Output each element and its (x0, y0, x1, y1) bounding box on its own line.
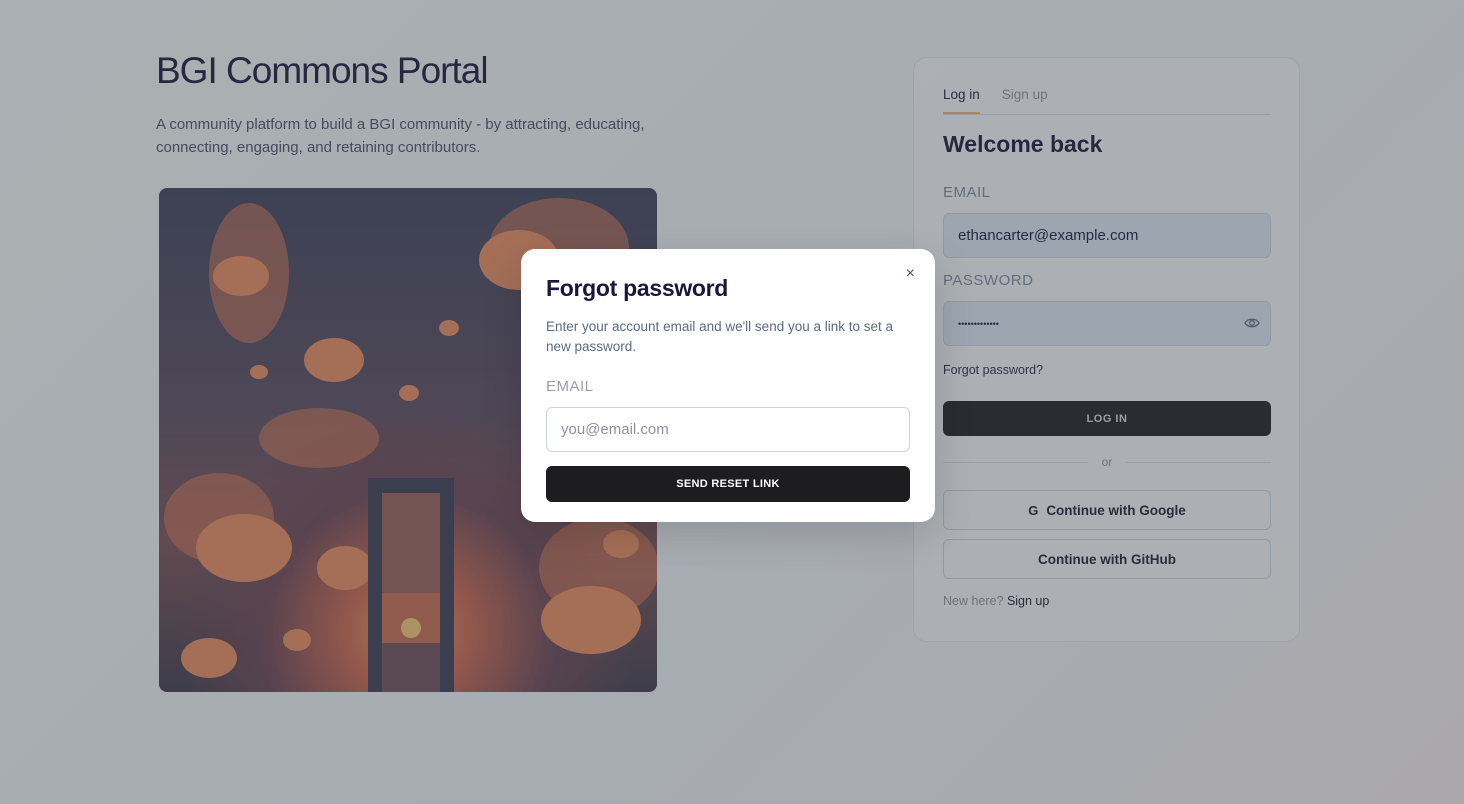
modal-title: Forgot password (546, 275, 729, 301)
modal-email-label: EMAIL (546, 378, 594, 395)
page: BGI Commons Portal A community platform … (0, 0, 1464, 804)
reset-email-input[interactable] (546, 407, 910, 452)
forgot-password-modal: × Forgot password Enter your account ema… (521, 249, 935, 522)
modal-description: Enter your account email and we'll send … (546, 319, 894, 354)
close-icon[interactable]: × (906, 265, 915, 283)
send-reset-link-button[interactable]: SEND RESET LINK (546, 466, 910, 502)
